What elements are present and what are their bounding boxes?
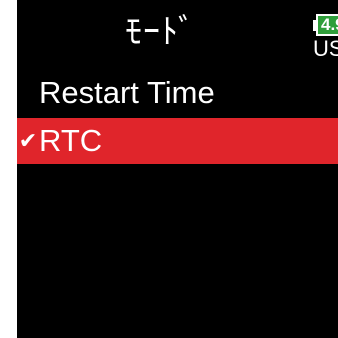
- power-source-label: USB: [313, 36, 338, 61]
- menu-item-rtc[interactable]: ✔ RTC: [17, 118, 338, 164]
- menu-item-restart-time[interactable]: Restart Time: [17, 70, 338, 116]
- menu-item-label: RTC: [39, 123, 103, 158]
- battery-body: 4.9: [316, 14, 338, 36]
- mode-menu: Restart Time ✔ RTC: [17, 70, 338, 164]
- battery-icon: 4.9: [313, 14, 338, 38]
- menu-item-label: Restart Time: [39, 75, 215, 110]
- device-screen: ﾓｰﾄﾞ 4.9 USB Restart Time ✔ RTC: [17, 0, 338, 338]
- battery-level: 4.9: [318, 16, 338, 34]
- check-icon: ✔: [18, 128, 38, 153]
- page-title: ﾓｰﾄﾞ: [125, 12, 196, 52]
- title-bar: ﾓｰﾄﾞ 4.9 USB: [17, 0, 338, 66]
